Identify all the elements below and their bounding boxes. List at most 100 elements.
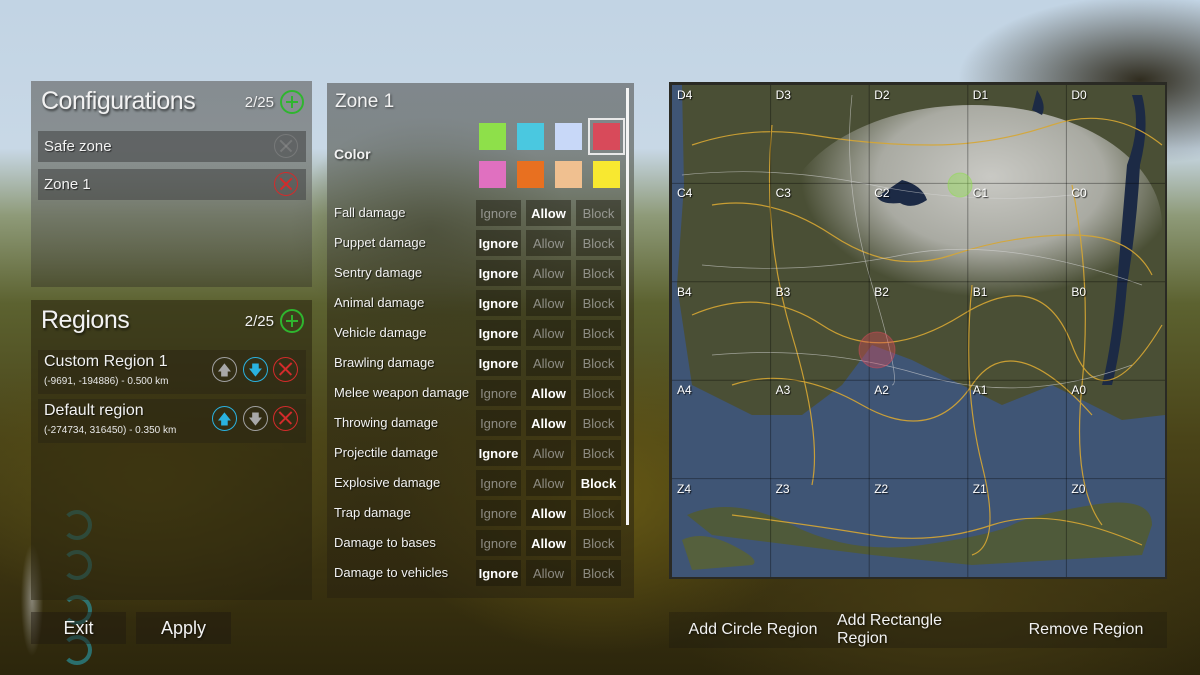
option-ignore-button[interactable]: Ignore — [476, 230, 521, 256]
add-rectangle-region-button[interactable]: Add Rectangle Region — [837, 612, 997, 648]
color-swatch[interactable] — [588, 118, 625, 155]
damage-rule-row: Vehicle damage Ignore Allow Block — [327, 320, 627, 346]
option-allow-button[interactable]: Allow — [526, 350, 571, 376]
region-item[interactable]: Custom Region 1 (-9691, -194886) - 0.500… — [38, 350, 306, 394]
damage-rule-row: Melee weapon damage Ignore Allow Block — [327, 380, 627, 406]
option-allow-button[interactable]: Allow — [526, 290, 571, 316]
move-up-button[interactable]: 🡅 — [212, 406, 237, 431]
region-item[interactable]: Default region (-274734, 316450) - 0.350… — [38, 399, 306, 443]
map-actions-bar: Add Circle Region Add Rectangle Region R… — [669, 612, 1167, 648]
regions-count: 2/25 — [244, 313, 274, 330]
damage-rule-row: Puppet damage Ignore Allow Block — [327, 230, 627, 256]
option-ignore-button[interactable]: Ignore — [476, 500, 521, 526]
option-ignore-button[interactable]: Ignore — [476, 410, 521, 436]
zone-title: Zone 1 — [335, 91, 395, 112]
option-ignore-button[interactable]: Ignore — [476, 260, 521, 286]
delete-configuration-button[interactable] — [274, 172, 298, 196]
option-ignore-button[interactable]: Ignore — [476, 380, 521, 406]
color-swatch[interactable] — [479, 161, 506, 188]
arrow-down-icon: 🡇 — [248, 361, 263, 378]
damage-rule-label: Throwing damage — [334, 415, 439, 430]
option-block-button[interactable]: Block — [576, 230, 621, 256]
option-ignore-button[interactable]: Ignore — [476, 470, 521, 496]
option-block-button[interactable]: Block — [576, 560, 621, 586]
option-ignore-button[interactable]: Ignore — [476, 440, 521, 466]
damage-rule-row: Brawling damage Ignore Allow Block — [327, 350, 627, 376]
configuration-item[interactable]: Zone 1 — [38, 169, 306, 200]
option-block-button[interactable]: Block — [576, 380, 621, 406]
damage-rule-row: Damage to bases Ignore Allow Block — [327, 530, 627, 556]
exit-button[interactable]: Exit — [31, 612, 126, 644]
option-block-button[interactable]: Block — [576, 530, 621, 556]
option-allow-button[interactable]: Allow — [526, 260, 571, 286]
option-ignore-button[interactable]: Ignore — [476, 530, 521, 556]
damage-rule-row: Projectile damage Ignore Allow Block — [327, 440, 627, 466]
color-swatch[interactable] — [593, 161, 620, 188]
option-allow-button[interactable]: Allow — [526, 500, 571, 526]
option-allow-button[interactable]: Allow — [526, 440, 571, 466]
map-terrain — [672, 85, 1165, 577]
option-allow-button[interactable]: Allow — [526, 530, 571, 556]
option-allow-button[interactable]: Allow — [526, 410, 571, 436]
option-block-button[interactable]: Block — [576, 470, 621, 496]
world-map[interactable]: D4 D3 D2 D1 D0 C4 C3 C2 C1 C0 B4 B3 B2 B1 B0 A4 A3 A2 A1 A0… — [672, 85, 1165, 577]
color-swatch[interactable] — [517, 123, 544, 150]
option-block-button[interactable]: Block — [576, 440, 621, 466]
region-details: (-274734, 316450) - 0.350 km — [44, 425, 177, 436]
option-block-button[interactable]: Block — [576, 410, 621, 436]
move-down-button[interactable]: 🡇 — [243, 406, 268, 431]
zone-settings-panel: Zone 1 Color Fall damage Ignore Allow Block… — [327, 83, 634, 598]
configuration-item[interactable]: Safe zone — [38, 131, 306, 162]
damage-rule-label: Vehicle damage — [334, 325, 427, 340]
damage-rule-label: Explosive damage — [334, 475, 441, 490]
damage-rule-row: Animal damage Ignore Allow Block — [327, 290, 627, 316]
damage-rule-label: Brawling damage — [334, 355, 435, 370]
regions-panel: Regions 2/25 Custom Region 1 (-9691, -19… — [31, 300, 312, 600]
configurations-title: Configurations — [41, 87, 196, 115]
add-circle-region-button[interactable]: Add Circle Region — [683, 612, 823, 648]
option-allow-button[interactable]: Allow — [526, 380, 571, 406]
remove-region-button[interactable]: Remove Region — [1021, 612, 1151, 648]
damage-rule-label: Damage to bases — [334, 535, 436, 550]
damage-rule-label: Damage to vehicles — [334, 565, 449, 580]
option-block-button[interactable]: Block — [576, 320, 621, 346]
option-allow-button[interactable]: Allow — [526, 230, 571, 256]
option-allow-button[interactable]: Allow — [526, 470, 571, 496]
add-region-button[interactable] — [280, 309, 304, 333]
color-label: Color — [334, 146, 371, 162]
damage-rule-row: Fall damage Ignore Allow Block — [327, 200, 627, 226]
option-ignore-button[interactable]: Ignore — [476, 290, 521, 316]
delete-region-button[interactable] — [273, 357, 298, 382]
map-panel: D4 D3 D2 D1 D0 C4 C3 C2 C1 C0 B4 B3 B2 B1 B0 A4 A3 A2 A1 A0… — [669, 82, 1167, 579]
option-block-button[interactable]: Block — [576, 350, 621, 376]
damage-rule-row: Explosive damage Ignore Allow Block — [327, 470, 627, 496]
option-block-button[interactable]: Block — [576, 200, 621, 226]
color-swatch[interactable] — [555, 123, 582, 150]
arrow-down-icon: 🡇 — [248, 410, 263, 427]
arrow-up-icon: 🡅 — [217, 410, 232, 427]
option-ignore-button[interactable]: Ignore — [476, 200, 521, 226]
add-configuration-button[interactable] — [280, 90, 304, 114]
option-allow-button[interactable]: Allow — [526, 560, 571, 586]
option-ignore-button[interactable]: Ignore — [476, 350, 521, 376]
damage-rule-label: Melee weapon damage — [334, 385, 470, 400]
delete-region-button[interactable] — [273, 406, 298, 431]
map-region-circle[interactable] — [947, 172, 973, 198]
delete-configuration-button[interactable] — [274, 134, 298, 158]
configurations-count: 2/25 — [244, 94, 274, 111]
option-block-button[interactable]: Block — [576, 290, 621, 316]
color-swatch[interactable] — [517, 161, 544, 188]
apply-button[interactable]: Apply — [136, 612, 231, 644]
region-details: (-9691, -194886) - 0.500 km — [44, 376, 169, 387]
option-allow-button[interactable]: Allow — [526, 200, 571, 226]
option-block-button[interactable]: Block — [576, 260, 621, 286]
move-up-button[interactable]: 🡅 — [212, 357, 237, 382]
option-ignore-button[interactable]: Ignore — [476, 320, 521, 346]
option-ignore-button[interactable]: Ignore — [476, 560, 521, 586]
color-swatch[interactable] — [479, 123, 506, 150]
option-block-button[interactable]: Block — [576, 500, 621, 526]
option-allow-button[interactable]: Allow — [526, 320, 571, 346]
move-down-button[interactable]: 🡇 — [243, 357, 268, 382]
map-region-circle[interactable] — [858, 331, 896, 369]
color-swatch[interactable] — [555, 161, 582, 188]
